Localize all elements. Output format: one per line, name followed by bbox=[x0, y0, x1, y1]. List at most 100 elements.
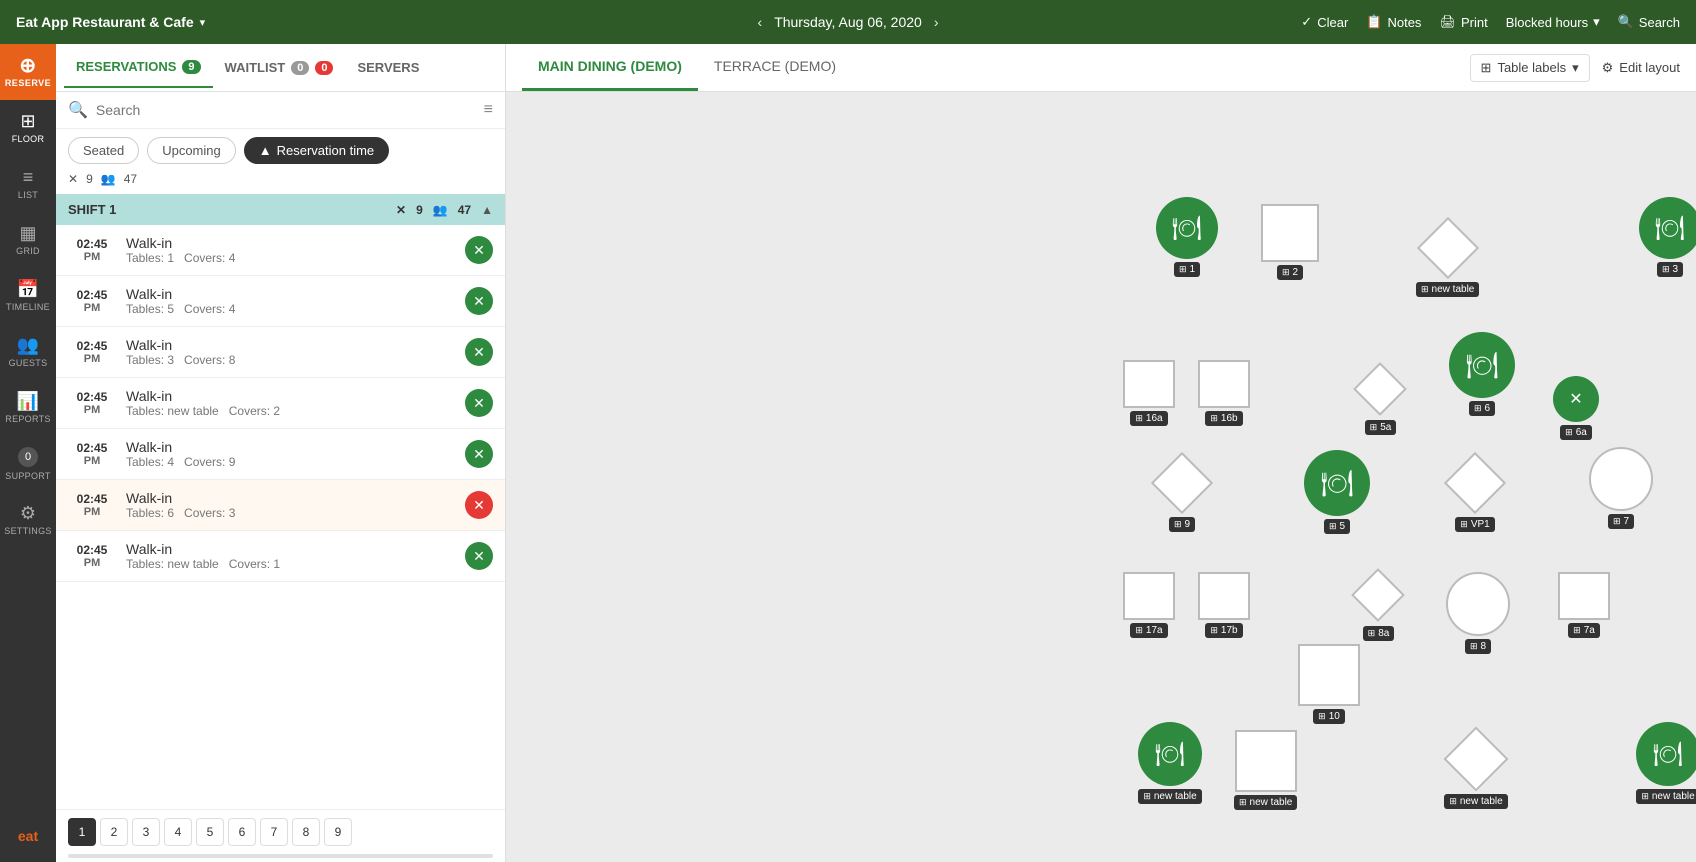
tab-reservations[interactable]: RESERVATIONS 9 bbox=[64, 47, 213, 88]
sidebar-item-reports[interactable]: 📊 REPORTS bbox=[0, 380, 56, 436]
page-1-button[interactable]: 1 bbox=[68, 818, 96, 846]
table-vp1-wrapper[interactable]: ⊞ VP1 bbox=[1444, 452, 1506, 532]
new-table-bl4-label: ⊞ new table bbox=[1636, 789, 1696, 804]
tab-waitlist[interactable]: WAITLIST 0 0 bbox=[213, 48, 346, 87]
reservation-details: Tables: 4 Covers: 9 bbox=[126, 455, 455, 469]
table-16b-wrapper[interactable]: ⊞ 16b bbox=[1198, 360, 1250, 426]
reservation-item[interactable]: 02:45PM Walk-in Tables: 4 Covers: 9 ✕ bbox=[56, 429, 505, 480]
table-16a-shape bbox=[1123, 360, 1175, 408]
grid-view-icon: ⊞ bbox=[1481, 60, 1492, 76]
prev-date-arrow[interactable]: ‹ bbox=[758, 14, 763, 30]
table-8-wrapper[interactable]: ⊞ 8 bbox=[1446, 572, 1510, 654]
fork-knife-icon-6: 🍽 bbox=[1465, 350, 1498, 381]
table-8-shape bbox=[1446, 572, 1510, 636]
table-vp1-label: ⊞ VP1 bbox=[1455, 517, 1494, 532]
guests-count: 47 bbox=[124, 172, 137, 186]
shift-guests-icon: 👥 bbox=[433, 203, 448, 217]
waitlist-tab-label: WAITLIST bbox=[225, 60, 286, 75]
blocked-hours-button[interactable]: Blocked hours ▾ bbox=[1506, 14, 1600, 30]
waitlist-badge-2: 0 bbox=[315, 61, 333, 75]
reservation-time-filter-button[interactable]: ▲ Reservation time bbox=[244, 137, 389, 164]
sidebar-item-grid[interactable]: ▦ GRID bbox=[0, 212, 56, 268]
page-4-button[interactable]: 4 bbox=[164, 818, 192, 846]
new-table-bl4-wrapper[interactable]: 🍽 ⊞ new table bbox=[1636, 722, 1696, 804]
tab-main-dining[interactable]: MAIN DINING (DEMO) bbox=[522, 44, 698, 91]
upcoming-filter-button[interactable]: Upcoming bbox=[147, 137, 236, 164]
main-content: MAIN DINING (DEMO) TERRACE (DEMO) ⊞ Tabl… bbox=[506, 44, 1696, 862]
settings-gear-icon: ⚙ bbox=[1602, 60, 1614, 76]
left-sidebar: ⊕ RESERVE ⊞ FLOOR ≡ LIST ▦ GRID 📅 TIMELI… bbox=[0, 44, 56, 862]
page-9-button[interactable]: 9 bbox=[324, 818, 352, 846]
next-date-arrow[interactable]: › bbox=[934, 14, 939, 30]
new-table-bl3-wrapper[interactable]: ⊞ new table bbox=[1444, 727, 1508, 809]
table-6-wrapper[interactable]: 🍽 ⊞ 6 bbox=[1449, 332, 1515, 416]
new-table-bl1-wrapper[interactable]: 🍽 ⊞ new table bbox=[1138, 722, 1202, 804]
support-label: SUPPORT bbox=[5, 471, 50, 481]
page-3-button[interactable]: 3 bbox=[132, 818, 160, 846]
venue-tabs-right: ⊞ Table labels ▾ ⚙ Edit layout bbox=[1470, 54, 1680, 82]
reservation-name: Walk-in bbox=[126, 490, 455, 506]
floor-label: FLOOR bbox=[12, 134, 45, 144]
table-2-wrapper[interactable]: ⊞ 2 bbox=[1261, 204, 1319, 280]
table-7-wrapper[interactable]: ⊞ 7 bbox=[1589, 447, 1653, 529]
top-nav-right: ✓ Clear 📋 Notes 🖨 Print Blocked hours ▾ … bbox=[938, 14, 1680, 30]
table-labels-button[interactable]: ⊞ Table labels ▾ bbox=[1470, 54, 1590, 82]
reservation-info: Walk-in Tables: 6 Covers: 3 bbox=[126, 490, 455, 520]
reservation-item[interactable]: 02:45PM Walk-in Tables: 1 Covers: 4 ✕ bbox=[56, 225, 505, 276]
reservation-info: Walk-in Tables: 4 Covers: 9 bbox=[126, 439, 455, 469]
print-icon: 🖨 bbox=[1439, 14, 1456, 30]
reservation-time: 02:45PM bbox=[68, 441, 116, 467]
reservation-item[interactable]: 02:45PM Walk-in Tables: 5 Covers: 4 ✕ bbox=[56, 276, 505, 327]
page-2-button[interactable]: 2 bbox=[100, 818, 128, 846]
reservation-item[interactable]: 02:45PM Walk-in Tables: 3 Covers: 8 ✕ bbox=[56, 327, 505, 378]
seated-filter-button[interactable]: Seated bbox=[68, 137, 139, 164]
page-5-button[interactable]: 5 bbox=[196, 818, 224, 846]
table-17a-wrapper[interactable]: ⊞ 17a bbox=[1123, 572, 1175, 638]
reservation-item[interactable]: 02:45PM Walk-in Tables: new table Covers… bbox=[56, 531, 505, 582]
page-7-button[interactable]: 7 bbox=[260, 818, 288, 846]
panel-tabs: RESERVATIONS 9 WAITLIST 0 0 SERVERS bbox=[56, 44, 505, 92]
reserve-button[interactable]: ⊕ RESERVE bbox=[0, 44, 56, 100]
sidebar-item-settings[interactable]: ⚙ SETTINGS bbox=[0, 492, 56, 548]
new-table-bl2-wrapper[interactable]: ⊞ new table bbox=[1234, 730, 1297, 810]
table-6a-shape: ✕ bbox=[1553, 376, 1599, 422]
table-8a-wrapper[interactable]: ⊞ 8a bbox=[1351, 568, 1406, 641]
reservation-time: 02:45PM bbox=[68, 390, 116, 416]
clear-button[interactable]: ✓ Clear bbox=[1301, 14, 1348, 30]
filter-icon[interactable]: ≡ bbox=[484, 101, 493, 119]
table-17b-wrapper[interactable]: ⊞ 17b bbox=[1198, 572, 1250, 638]
reservation-item[interactable]: 02:45PM Walk-in Tables: new table Covers… bbox=[56, 378, 505, 429]
search-nav-button[interactable]: 🔍 Search bbox=[1618, 14, 1680, 30]
reservation-details: Tables: new table Covers: 1 bbox=[126, 557, 455, 571]
table-7a-wrapper[interactable]: ⊞ 7a bbox=[1558, 572, 1610, 638]
table-1-wrapper[interactable]: 🍽 ⊞ 1 bbox=[1156, 197, 1218, 277]
edit-layout-button[interactable]: ⚙ Edit layout bbox=[1602, 60, 1680, 76]
sidebar-item-support[interactable]: 0 SUPPORT bbox=[0, 436, 56, 492]
sidebar-item-list[interactable]: ≡ LIST bbox=[0, 156, 56, 212]
page-6-button[interactable]: 6 bbox=[228, 818, 256, 846]
tab-terrace[interactable]: TERRACE (DEMO) bbox=[698, 44, 852, 91]
table-10-label: ⊞ 10 bbox=[1313, 709, 1345, 724]
sidebar-item-timeline[interactable]: 📅 TIMELINE bbox=[0, 268, 56, 324]
table-10-wrapper[interactable]: ⊞ 10 bbox=[1298, 644, 1360, 724]
new-table-top-wrapper[interactable]: ⊞ new table bbox=[1416, 217, 1479, 297]
table-5a-wrapper[interactable]: ⊞ 5a bbox=[1353, 362, 1408, 435]
print-button[interactable]: 🖨 Print bbox=[1439, 14, 1487, 30]
table-3-wrapper[interactable]: 🍽 ⊞ 3 bbox=[1639, 197, 1696, 277]
notes-button[interactable]: 📋 Notes bbox=[1366, 14, 1421, 30]
table-5-shape: 🍽 bbox=[1304, 450, 1370, 516]
sidebar-item-floor[interactable]: ⊞ FLOOR bbox=[0, 100, 56, 156]
table-9-wrapper[interactable]: ⊞ 9 bbox=[1151, 452, 1213, 532]
table-16a-wrapper[interactable]: ⊞ 16a bbox=[1123, 360, 1175, 426]
table-6a-wrapper[interactable]: ✕ ⊞ 6a bbox=[1553, 376, 1599, 440]
table-5-wrapper[interactable]: 🍽 ⊞ 5 bbox=[1304, 450, 1370, 534]
restaurant-chevron-icon[interactable]: ▾ bbox=[200, 16, 206, 29]
shift-collapse-button[interactable]: ▲ bbox=[481, 203, 493, 217]
tab-servers[interactable]: SERVERS bbox=[345, 48, 431, 87]
search-input[interactable] bbox=[96, 102, 476, 118]
reservation-item[interactable]: 02:45PM Walk-in Tables: 6 Covers: 3 ✕ bbox=[56, 480, 505, 531]
restaurant-name[interactable]: Eat App Restaurant & Cafe bbox=[16, 14, 194, 30]
sidebar-item-guests[interactable]: 👥 GUESTS bbox=[0, 324, 56, 380]
page-8-button[interactable]: 8 bbox=[292, 818, 320, 846]
reports-icon: 📊 bbox=[17, 392, 39, 410]
